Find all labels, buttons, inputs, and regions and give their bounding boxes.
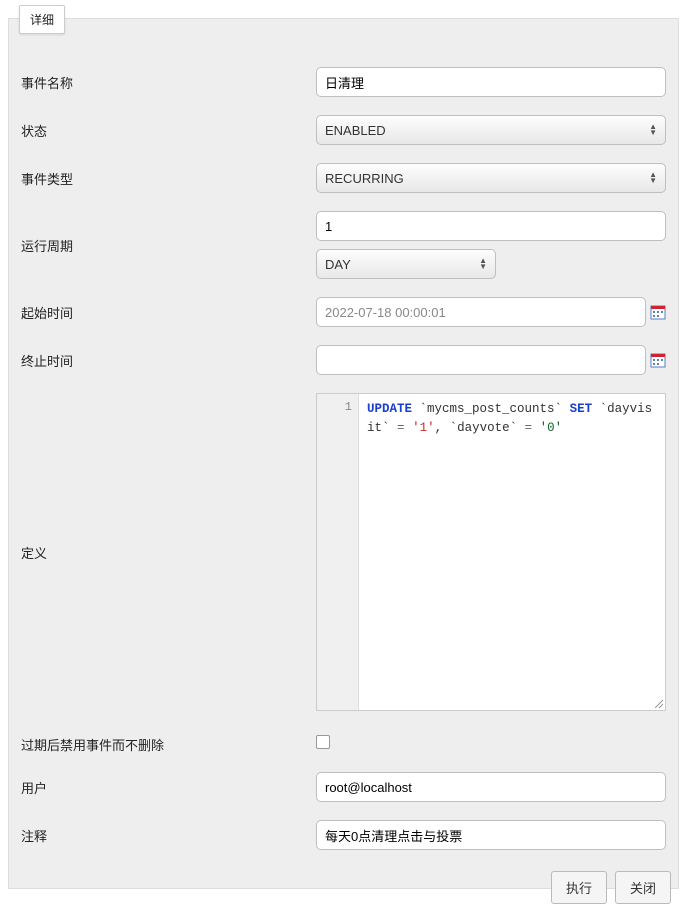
label-start-time: 起始时间 (21, 297, 316, 322)
editor-code[interactable]: UPDATE `mycms_post_counts` SET `dayvisit… (359, 394, 665, 710)
event-name-input[interactable] (316, 67, 666, 97)
end-time-input[interactable] (316, 345, 646, 375)
sql-identifier: `dayvote` (450, 421, 518, 435)
label-definer: 用户 (21, 772, 316, 797)
label-definition: 定义 (21, 393, 316, 711)
interval-unit-value: DAY (325, 257, 351, 272)
sql-operator: = (525, 421, 533, 435)
interval-value-input[interactable] (316, 211, 666, 241)
editor-gutter: 1 (317, 394, 359, 710)
sql-string: '0' (540, 421, 563, 435)
resize-handle[interactable] (651, 696, 665, 710)
label-on-completion: 过期后禁用事件而不删除 (21, 729, 316, 754)
sql-comma: , (435, 421, 443, 435)
on-completion-checkbox[interactable] (316, 735, 330, 749)
label-status: 状态 (21, 115, 316, 140)
calendar-icon[interactable] (650, 352, 666, 368)
calendar-icon[interactable] (650, 304, 666, 320)
status-select[interactable]: ENABLED ▲▼ (316, 115, 666, 145)
sql-keyword: SET (570, 402, 593, 416)
event-type-select-value: RECURRING (325, 171, 404, 186)
label-event-type: 事件类型 (21, 163, 316, 188)
chevron-updown-icon: ▲▼ (649, 172, 657, 184)
footer-buttons: 执行 关闭 (551, 871, 671, 904)
label-interval: 运行周期 (21, 211, 316, 279)
sql-operator: = (397, 421, 405, 435)
close-button[interactable]: 关闭 (615, 871, 671, 904)
chevron-updown-icon: ▲▼ (649, 124, 657, 136)
sql-keyword: UPDATE (367, 402, 412, 416)
interval-unit-select[interactable]: DAY ▲▼ (316, 249, 496, 279)
definer-input[interactable] (316, 772, 666, 802)
execute-button[interactable]: 执行 (551, 871, 607, 904)
sql-string: '1' (412, 421, 435, 435)
sql-identifier: `mycms_post_counts` (420, 402, 563, 416)
sql-editor[interactable]: 1 UPDATE `mycms_post_counts` SET `dayvis… (316, 393, 666, 711)
status-select-value: ENABLED (325, 123, 386, 138)
chevron-updown-icon: ▲▼ (479, 258, 487, 270)
label-comment: 注释 (21, 820, 316, 845)
event-type-select[interactable]: RECURRING ▲▼ (316, 163, 666, 193)
tab-details[interactable]: 详细 (19, 5, 65, 34)
start-time-input[interactable] (316, 297, 646, 327)
label-event-name: 事件名称 (21, 67, 316, 92)
details-panel: 详细 事件名称 状态 ENABLED ▲▼ 事件类型 RECURRING ▲▼ … (8, 18, 679, 889)
comment-input[interactable] (316, 820, 666, 850)
label-end-time: 终止时间 (21, 345, 316, 370)
